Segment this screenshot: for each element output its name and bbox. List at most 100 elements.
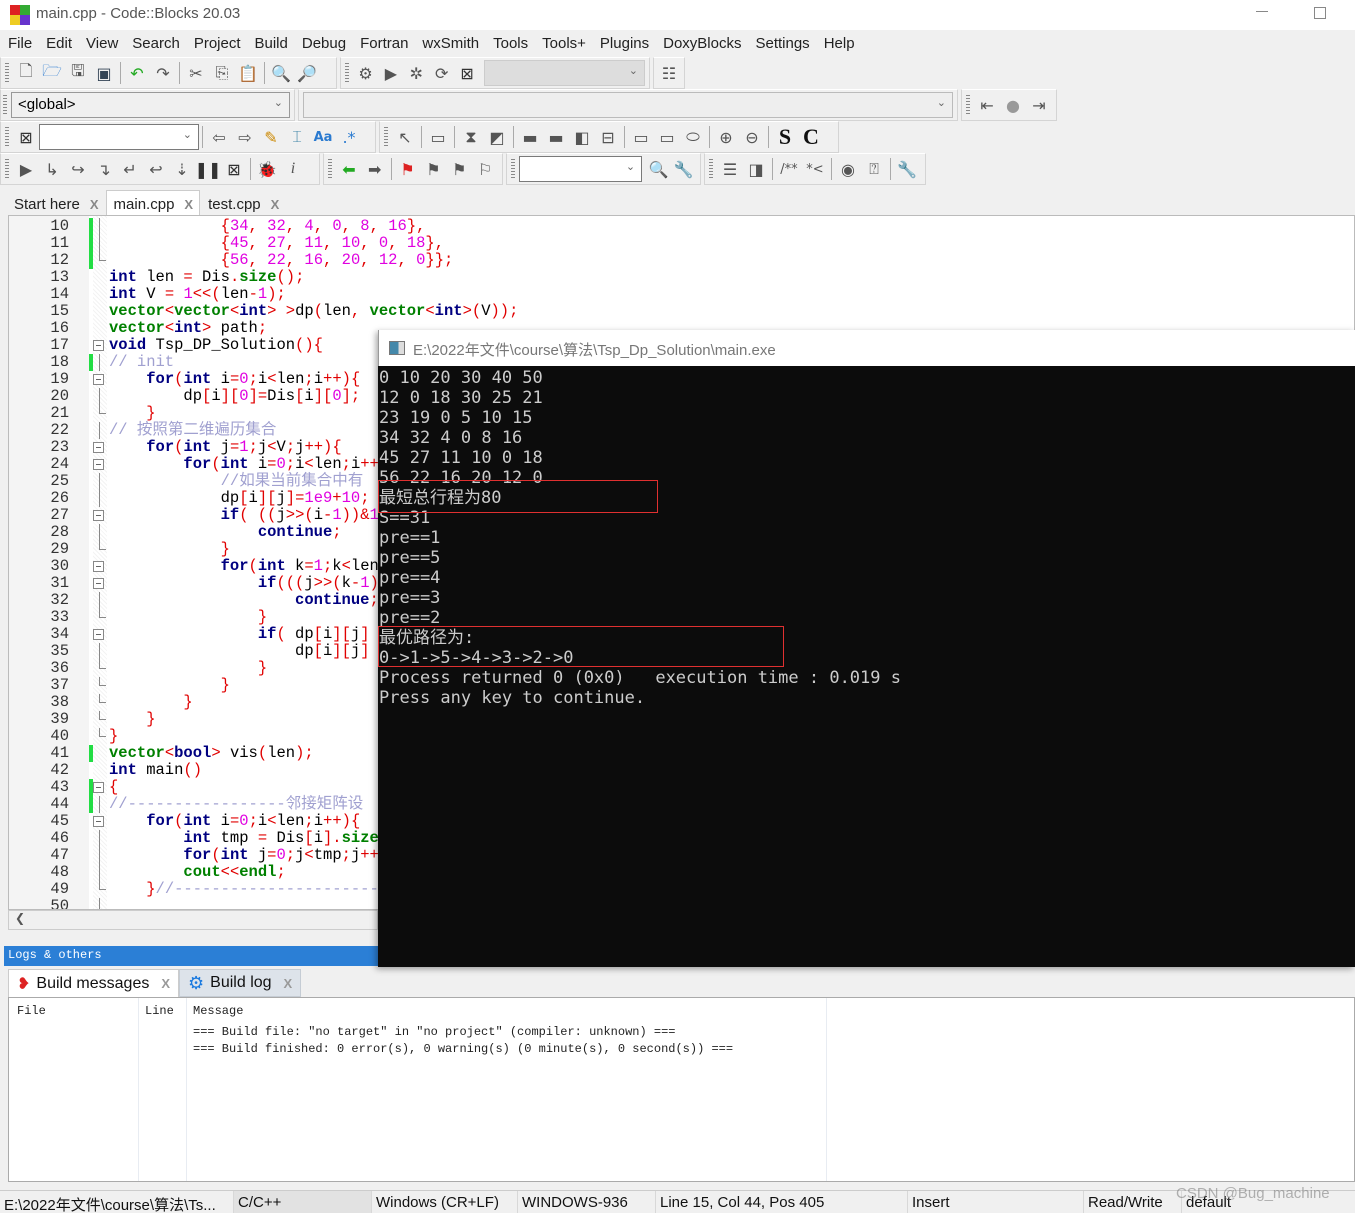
doxywizard-icon[interactable]: ☰ xyxy=(717,156,743,182)
menu-view[interactable]: View xyxy=(86,32,118,56)
close-tab-icon[interactable]: X xyxy=(284,976,293,991)
toolbar-grip[interactable] xyxy=(709,159,713,179)
c-button[interactable]: C xyxy=(798,124,824,150)
save-icon[interactable]: 🖫 xyxy=(65,60,91,86)
pause-icon[interactable]: ❚❚ xyxy=(195,156,222,182)
prev-flag-icon[interactable]: ⚑ xyxy=(421,156,447,182)
fold-toggle[interactable] xyxy=(93,816,104,827)
console-window[interactable]: E:\2022年文件\course\算法\Tsp_Dp_Solution\mai… xyxy=(378,330,1355,967)
menu-debug[interactable]: Debug xyxy=(302,32,346,56)
line-comment-button[interactable]: *< xyxy=(802,156,828,182)
various-info-icon[interactable]: i xyxy=(280,156,306,182)
build-target-select[interactable]: ⌄ xyxy=(483,60,645,86)
toolbar-grip[interactable] xyxy=(328,159,332,179)
paste-icon[interactable]: 📋 xyxy=(235,60,261,86)
fold-toggle[interactable] xyxy=(93,561,104,572)
tab-start-here[interactable]: Start here X xyxy=(6,190,106,215)
next-line-icon[interactable]: ↪ xyxy=(65,156,91,182)
menu-plugins[interactable]: Plugins xyxy=(600,32,649,56)
toggle-bookmark-flag-icon[interactable]: ⚑ xyxy=(395,156,421,182)
console-title-bar[interactable]: E:\2022年文件\course\算法\Tsp_Dp_Solution\mai… xyxy=(378,330,1355,366)
run-to-cursor-icon[interactable]: ↳ xyxy=(39,156,65,182)
step-into-icon[interactable]: ↵ xyxy=(117,156,143,182)
menu-tools[interactable]: Tools xyxy=(493,32,528,56)
step-out-icon[interactable]: ↩ xyxy=(143,156,169,182)
code-line[interactable]: 11 {45, 27, 11, 10, 0, 18}, xyxy=(9,235,1349,252)
next-bookmark-icon[interactable]: ➡ xyxy=(362,156,388,182)
menu-fortran[interactable]: Fortran xyxy=(360,32,408,56)
close-tab-icon[interactable]: X xyxy=(90,197,99,212)
build-messages-list[interactable]: File Line Message === Build file: "no ta… xyxy=(8,997,1355,1182)
next-instruction-icon[interactable]: ↴ xyxy=(91,156,117,182)
clear-search-icon[interactable]: ⊠ xyxy=(13,124,39,150)
code-line[interactable]: 14 int V = 1<<(len-1); xyxy=(9,286,1349,303)
fold-toggle[interactable] xyxy=(93,510,104,521)
zoom-out-icon[interactable]: ⊖ xyxy=(739,124,765,150)
build-message-row[interactable]: === Build finished: 0 error(s), 0 warnin… xyxy=(193,1042,733,1056)
highlight-icon[interactable]: ✎ xyxy=(258,124,284,150)
scope-select[interactable]: <global> ⌄ xyxy=(10,92,290,118)
menu-search[interactable]: Search xyxy=(132,32,180,56)
find-next-icon[interactable]: ⇨ xyxy=(232,124,258,150)
fold-toggle[interactable] xyxy=(93,340,104,351)
fold-toggle[interactable] xyxy=(93,442,104,453)
bookmark-dot-icon[interactable]: ● xyxy=(1000,92,1026,118)
menu-file[interactable]: File xyxy=(8,32,32,56)
code-line[interactable]: 10 {34, 32, 4, 0, 8, 16}, xyxy=(9,218,1349,235)
help-icon[interactable]: ⍰ xyxy=(861,156,887,182)
toolbar-grip[interactable] xyxy=(511,159,515,179)
new-file-icon[interactable]: 🗋 xyxy=(13,60,39,86)
fold-toggle[interactable] xyxy=(93,459,104,470)
step-into-instruction-icon[interactable]: ⇣ xyxy=(169,156,195,182)
rebuild-icon[interactable]: ⟳ xyxy=(429,60,454,86)
maximize-button[interactable] xyxy=(1314,7,1326,19)
tab-build-messages[interactable]: ❥ Build messages X xyxy=(8,969,180,997)
redo-icon[interactable]: ↷ xyxy=(150,60,176,86)
toolbar-grip[interactable] xyxy=(384,127,388,147)
column-header-line[interactable]: Line xyxy=(145,1004,174,1018)
close-tab-icon[interactable]: X xyxy=(184,197,193,212)
zoom-in-icon[interactable]: ⊕ xyxy=(713,124,739,150)
chm-icon[interactable]: ◉ xyxy=(835,156,861,182)
menu-project[interactable]: Project xyxy=(194,32,241,56)
menu-help[interactable]: Help xyxy=(824,32,855,56)
build-message-row[interactable]: === Build file: "no target" in "no proje… xyxy=(193,1025,675,1039)
save-all-icon[interactable]: ▣ xyxy=(91,60,117,86)
stop-debugger-icon[interactable]: ⊠ xyxy=(221,156,247,182)
tab-main-cpp[interactable]: main.cpp X xyxy=(105,190,201,215)
decision-icon[interactable]: ⧗ xyxy=(458,124,484,150)
search-input[interactable]: ⌄ xyxy=(39,124,199,150)
copy-icon[interactable]: ⎘ xyxy=(209,60,235,86)
block-1-icon[interactable]: ▬ xyxy=(517,124,543,150)
match-case-icon[interactable]: Aa xyxy=(310,124,336,150)
build-settings-gear-icon[interactable]: ⚙ xyxy=(353,60,378,86)
block-comment-button[interactable]: /** xyxy=(776,156,802,182)
run-icon[interactable]: ▶ xyxy=(378,60,403,86)
shape-left-icon[interactable]: ▭ xyxy=(654,124,680,150)
menu-build[interactable]: Build xyxy=(255,32,288,56)
toolbar-grip[interactable] xyxy=(5,127,9,147)
pointer-icon[interactable]: ↖ xyxy=(392,124,418,150)
shape-both-icon[interactable]: ⬭ xyxy=(680,124,706,150)
wrench-settings-icon[interactable]: 🔧 xyxy=(671,156,696,182)
prev-bookmark-icon[interactable]: ⬅ xyxy=(336,156,362,182)
block-3-icon[interactable]: ◧ xyxy=(569,124,595,150)
block-2-icon[interactable]: ▬ xyxy=(543,124,569,150)
code-line[interactable]: 15 vector<vector<int> >dp(len, vector<int… xyxy=(9,303,1349,320)
rectangle-icon[interactable]: ▭ xyxy=(425,124,451,150)
column-header-message[interactable]: Message xyxy=(193,1004,243,1018)
close-tab-icon[interactable]: X xyxy=(161,976,170,991)
close-tab-icon[interactable]: X xyxy=(271,197,280,212)
toolbar-grip[interactable] xyxy=(966,95,970,115)
fold-toggle[interactable] xyxy=(93,374,104,385)
s-button[interactable]: S xyxy=(772,124,798,150)
undo-icon[interactable]: ↶ xyxy=(124,60,150,86)
shape-right-icon[interactable]: ▭ xyxy=(628,124,654,150)
debugging-windows-icon[interactable]: 🐞 xyxy=(254,156,280,182)
open-file-icon[interactable]: 🗁 xyxy=(39,60,65,86)
symbol-search-input[interactable]: ⌄ xyxy=(518,156,643,182)
block-4-icon[interactable]: ⊟ xyxy=(595,124,621,150)
search-symbol-icon[interactable]: 🔍 xyxy=(646,156,671,182)
fold-toggle[interactable] xyxy=(93,629,104,640)
clear-flags-icon[interactable]: ⚐ xyxy=(472,156,498,182)
